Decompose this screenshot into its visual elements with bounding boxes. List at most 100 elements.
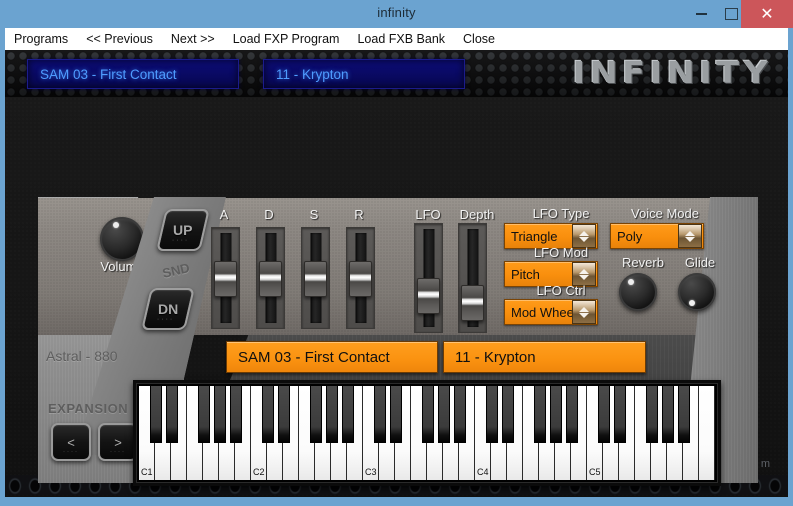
- snd-down-dots: ····: [156, 316, 175, 323]
- lcd-bank-display[interactable]: 11 - Krypton: [263, 59, 465, 89]
- slider-lfo-thumb[interactable]: [417, 278, 440, 314]
- chevron-up-icon: [579, 306, 589, 312]
- bank-name-display[interactable]: 11 - Krypton: [443, 341, 646, 373]
- snd-up-dots: ····: [171, 237, 190, 244]
- black-key[interactable]: [198, 386, 210, 444]
- black-key[interactable]: [486, 386, 498, 444]
- black-key[interactable]: [422, 386, 434, 444]
- voice-mode-value: Poly: [617, 228, 643, 244]
- slider-r-thumb[interactable]: [349, 261, 372, 297]
- black-key[interactable]: [646, 386, 658, 444]
- white-key[interactable]: [699, 386, 715, 480]
- black-key[interactable]: [342, 386, 354, 444]
- lfo-mod-label: LFO Mod: [533, 245, 589, 260]
- menu-item-load-fxp[interactable]: Load FXP Program: [224, 28, 349, 50]
- slider-d-thumb[interactable]: [259, 261, 282, 297]
- menu-bar: Programs << Previous Next >> Load FXP Pr…: [5, 28, 788, 51]
- black-key[interactable]: [310, 386, 322, 444]
- chevron-right-icon: >: [114, 434, 122, 450]
- menu-item-load-fxb[interactable]: Load FXB Bank: [348, 28, 454, 50]
- slider-depth-thumb[interactable]: [461, 285, 484, 321]
- lfo-ctrl-combo[interactable]: Mod Wheel: [504, 299, 598, 325]
- menu-item-programs[interactable]: Programs: [5, 28, 77, 50]
- lcd-bank-text: 11 - Krypton: [276, 66, 349, 82]
- glide-label: Glide: [684, 255, 716, 270]
- slider-a-thumb[interactable]: [214, 261, 237, 297]
- slider-label-s: S: [309, 207, 319, 222]
- black-key[interactable]: [438, 386, 450, 444]
- snd-up-label: UP: [173, 222, 193, 238]
- slider-lfo[interactable]: [414, 223, 443, 333]
- brand-logo: INFINITY: [572, 56, 772, 91]
- slider-r[interactable]: [346, 227, 375, 329]
- black-key[interactable]: [262, 386, 274, 444]
- slider-d[interactable]: [256, 227, 285, 329]
- slider-label-r: R: [354, 207, 364, 222]
- patch-name-text: SAM 03 - First Contact: [238, 348, 390, 366]
- slider-label-depth: Depth: [459, 207, 495, 222]
- black-key[interactable]: [278, 386, 290, 444]
- black-key[interactable]: [214, 386, 226, 444]
- menu-item-next[interactable]: Next >>: [162, 28, 224, 50]
- close-button[interactable]: ✕: [741, 0, 793, 28]
- keyboard-keys[interactable]: C1 C2 C3 C4 C5: [139, 386, 715, 480]
- octave-label: C5: [589, 467, 601, 477]
- slider-depth[interactable]: [458, 223, 487, 333]
- black-key[interactable]: [326, 386, 338, 444]
- menu-item-close[interactable]: Close: [454, 28, 504, 50]
- keyboard[interactable]: C1 C2 C3 C4 C5: [133, 380, 721, 486]
- patch-name-display[interactable]: SAM 03 - First Contact: [226, 341, 438, 373]
- reverb-knob[interactable]: [619, 273, 657, 311]
- chevron-up-icon: [685, 230, 695, 236]
- chevron-down-icon: [685, 236, 695, 242]
- glide-knob[interactable]: [678, 273, 716, 311]
- glide-knob-pointer: [688, 299, 695, 306]
- expansion-prev-button[interactable]: < ····: [51, 423, 91, 461]
- chevron-left-icon: <: [67, 434, 75, 450]
- black-key[interactable]: [534, 386, 546, 444]
- black-key[interactable]: [150, 386, 162, 444]
- model-name-label: Astral - 880: [46, 348, 118, 364]
- chevron-down-icon: [579, 274, 589, 280]
- black-key[interactable]: [566, 386, 578, 444]
- voice-mode-spinner[interactable]: [678, 224, 702, 248]
- menu-item-previous[interactable]: << Previous: [77, 28, 162, 50]
- lfo-ctrl-label: LFO Ctrl: [536, 283, 586, 298]
- lfo-type-value: Triangle: [511, 228, 558, 244]
- octave-label: C4: [477, 467, 489, 477]
- plugin-body: SAM 03 - First Contact 11 - Krypton INFI…: [5, 50, 788, 497]
- octave-label: C3: [365, 467, 377, 477]
- lfo-type-label: LFO Type: [532, 206, 590, 221]
- volume-knob-pointer: [112, 222, 119, 229]
- slider-a[interactable]: [211, 227, 240, 329]
- black-key[interactable]: [454, 386, 466, 444]
- bank-name-text: 11 - Krypton: [455, 348, 536, 366]
- voice-mode-combo[interactable]: Poly: [610, 223, 704, 249]
- slider-s[interactable]: [301, 227, 330, 329]
- black-key[interactable]: [502, 386, 514, 444]
- black-key[interactable]: [678, 386, 690, 444]
- black-key[interactable]: [598, 386, 610, 444]
- black-key[interactable]: [166, 386, 178, 444]
- black-key[interactable]: [550, 386, 562, 444]
- window-title: infinity: [377, 5, 416, 20]
- lfo-ctrl-value: Mod Wheel: [511, 304, 572, 320]
- black-key[interactable]: [662, 386, 674, 444]
- slider-s-thumb[interactable]: [304, 261, 327, 297]
- lfo-mod-value: Pitch: [511, 266, 540, 282]
- black-key[interactable]: [374, 386, 386, 444]
- expansion-prev-dots: ····: [63, 449, 79, 455]
- lcd-patch-text: SAM 03 - First Contact: [40, 66, 177, 82]
- expansion-next-button[interactable]: > ····: [98, 423, 138, 461]
- chevron-down-icon: [579, 236, 589, 242]
- black-key[interactable]: [614, 386, 626, 444]
- voice-mode-label: Voice Mode: [631, 206, 699, 221]
- octave-label: C1: [141, 467, 153, 477]
- lfo-ctrl-spinner[interactable]: [572, 300, 596, 324]
- minimize-button[interactable]: [686, 0, 716, 28]
- black-key[interactable]: [230, 386, 242, 444]
- snd-down-label: DN: [157, 301, 179, 317]
- lcd-patch-display[interactable]: SAM 03 - First Contact: [27, 59, 239, 89]
- black-key[interactable]: [390, 386, 402, 444]
- maximize-icon: [724, 8, 738, 20]
